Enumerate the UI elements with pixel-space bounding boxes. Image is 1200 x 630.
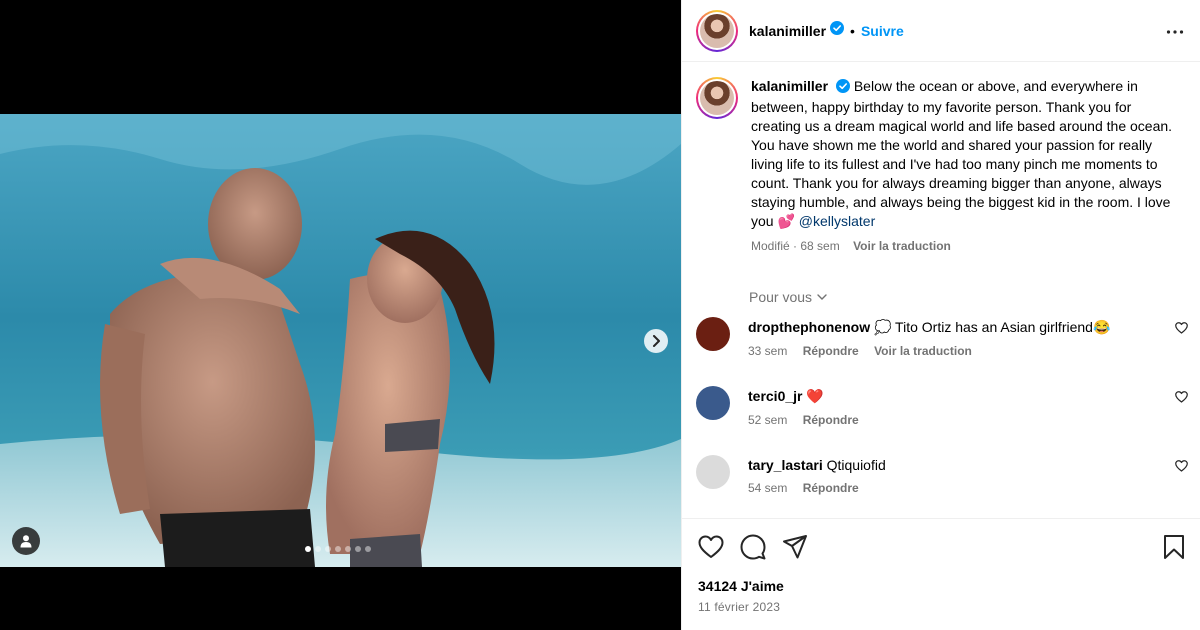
follow-button[interactable]: Suivre: [861, 23, 904, 39]
comment-body: terci0_jr ❤️ 52 sem Répondre: [748, 388, 871, 445]
chevron-right-icon: [653, 335, 660, 347]
post-photo[interactable]: [0, 114, 681, 567]
post-header: kalanimiller • Suivre: [682, 0, 1200, 62]
carousel-dot: [355, 546, 361, 552]
comment-heart-icon[interactable]: [1175, 459, 1188, 477]
comment-text: ❤️: [806, 388, 824, 404]
caption-meta: Modifié · 68 sem Voir la traduction: [751, 239, 951, 253]
commenter-avatar[interactable]: [696, 317, 730, 351]
comment-icon[interactable]: [740, 534, 766, 560]
caption-username[interactable]: kalanimiller: [751, 78, 828, 94]
user-tag-icon: [20, 535, 32, 548]
comment-heart-icon[interactable]: [1175, 390, 1188, 408]
carousel-dot: [325, 546, 331, 552]
post-media: [0, 0, 681, 630]
carousel-dot: [365, 546, 371, 552]
heart-icon[interactable]: [698, 535, 724, 559]
commenter-avatar[interactable]: [696, 455, 730, 489]
separator-dot: •: [850, 22, 855, 39]
comments-scroll-area[interactable]: kalanimiller Below the ocean or above, a…: [682, 63, 1200, 518]
verified-icon: [835, 79, 850, 98]
carousel-dot: [305, 546, 311, 552]
comment-sort-label: Pour vous: [749, 289, 813, 305]
bookmark-icon[interactable]: [1163, 534, 1185, 560]
verified-icon: [830, 21, 845, 40]
comment-time[interactable]: 54 sem: [748, 481, 787, 495]
commenter-username[interactable]: dropthephonenow: [748, 319, 870, 335]
comment-meta: 52 sem Répondre: [748, 413, 871, 427]
caption-text: Below the ocean or above, and everywhere…: [751, 78, 1173, 229]
caption-mention-link[interactable]: @kellyslater: [799, 213, 875, 229]
carousel-dot: [335, 546, 341, 552]
caption-text-block: kalanimiller Below the ocean or above, a…: [751, 77, 1181, 256]
post-actions: 34124 J'aime 11 février 2023: [682, 518, 1200, 630]
likes-count[interactable]: 34124 J'aime: [698, 578, 1185, 594]
carousel-indicator: [305, 546, 371, 552]
comment-body: tary_lastari Qtiquiofid 54 sem Répondre: [748, 457, 886, 514]
post-date[interactable]: 11 février 2023: [698, 600, 1185, 614]
post-side-panel: kalanimiller • Suivre kalanimiller Below…: [681, 0, 1200, 630]
commenter-avatar[interactable]: [696, 386, 730, 420]
post-caption: kalanimiller Below the ocean or above, a…: [682, 63, 1200, 256]
edited-label: Modifié: [751, 239, 790, 253]
comment-row: dropthephonenow 💭 Tito Ortiz has an Asia…: [682, 307, 1200, 376]
author-username[interactable]: kalanimiller: [749, 23, 826, 39]
reply-button[interactable]: Répondre: [803, 344, 859, 358]
comment-meta: 54 sem Répondre: [748, 481, 886, 495]
comment-text: Qtiquiofid: [826, 457, 886, 473]
caption-translate-link[interactable]: Voir la traduction: [853, 239, 951, 253]
chevron-down-icon: [817, 294, 827, 300]
author-avatar[interactable]: [696, 9, 738, 52]
commenter-username[interactable]: tary_lastari: [748, 457, 823, 473]
underwater-photo: [0, 114, 681, 567]
edited-time[interactable]: 68 sem: [800, 239, 839, 253]
comment-row: tary_lastari Qtiquiofid 54 sem Répondre: [682, 445, 1200, 514]
caption-author-avatar[interactable]: [696, 77, 738, 119]
carousel-dot: [315, 546, 321, 552]
comment-meta: 33 sem Répondre Voir la traduction: [748, 344, 1110, 358]
carousel-dot: [345, 546, 351, 552]
comment-translate-link[interactable]: Voir la traduction: [874, 344, 972, 358]
reply-button[interactable]: Répondre: [803, 481, 859, 495]
comment-heart-icon[interactable]: [1175, 321, 1188, 339]
comment-time[interactable]: 33 sem: [748, 344, 787, 358]
commenter-username[interactable]: terci0_jr: [748, 388, 802, 404]
share-icon[interactable]: [782, 534, 808, 560]
comment-sort-dropdown[interactable]: Pour vous: [749, 289, 828, 305]
comment-text: 💭 Tito Ortiz has an Asian girlfriend😂: [873, 319, 1111, 335]
comments-list: dropthephonenow 💭 Tito Ortiz has an Asia…: [682, 307, 1200, 514]
comment-time[interactable]: 52 sem: [748, 413, 787, 427]
more-options-icon[interactable]: [1166, 20, 1184, 49]
tagged-users-button[interactable]: [12, 527, 40, 555]
carousel-next-button[interactable]: [644, 329, 668, 353]
reply-button[interactable]: Répondre: [803, 413, 859, 427]
comment-body: dropthephonenow 💭 Tito Ortiz has an Asia…: [748, 319, 1110, 376]
comment-row: terci0_jr ❤️ 52 sem Répondre: [682, 376, 1200, 445]
